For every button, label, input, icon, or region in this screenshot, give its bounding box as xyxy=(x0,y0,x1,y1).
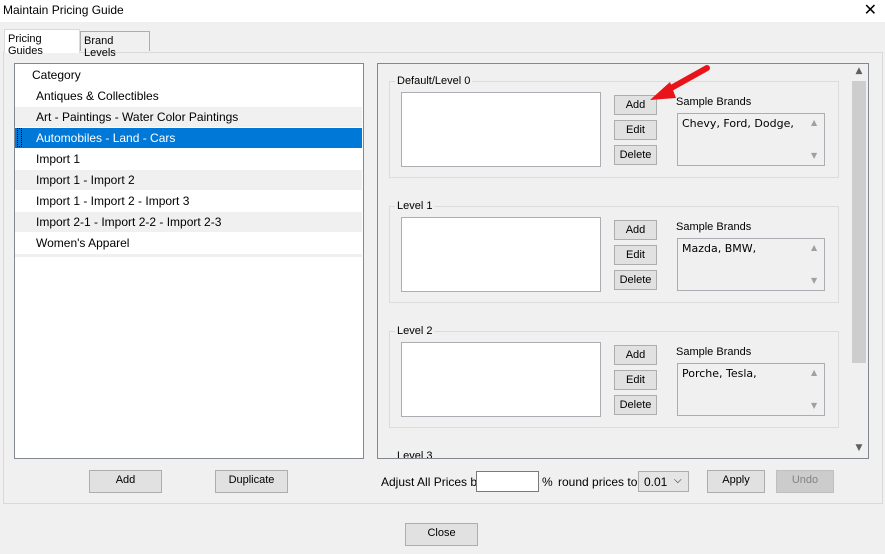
level-delete-button[interactable]: Delete xyxy=(614,145,657,165)
list-item[interactable]: Import 1 - Import 2 xyxy=(15,170,362,190)
level-label: Default/Level 0 xyxy=(395,75,473,87)
list-item[interactable]: Import 2-1 - Import 2-2 - Import 2-3 xyxy=(15,212,362,232)
level-brands-list[interactable] xyxy=(401,217,601,292)
red-arrow-pointer-icon xyxy=(650,65,710,100)
level-brands-list[interactable] xyxy=(401,92,601,167)
round-prices-value: 0.01 xyxy=(644,475,668,489)
category-column-header[interactable]: Category xyxy=(32,68,81,82)
sample-brands-label: Sample Brands xyxy=(676,221,752,233)
adjust-prices-label: Adjust All Prices by xyxy=(381,475,484,489)
level-group-3-clip: Level 3 xyxy=(378,445,848,458)
list-item[interactable]: Antiques & Collectibles xyxy=(15,86,362,106)
chevron-down-icon[interactable]: ▼ xyxy=(811,151,817,160)
round-prices-select[interactable]: 0.01 ⌵ xyxy=(638,471,689,492)
undo-button[interactable]: Undo xyxy=(776,470,834,493)
tab-pricing-guides[interactable]: Pricing Guides xyxy=(4,29,80,57)
level-edit-button[interactable]: Edit xyxy=(614,245,657,265)
tab-brand-levels[interactable]: Brand Levels xyxy=(80,31,150,59)
list-item[interactable]: Import 1 xyxy=(15,149,362,169)
level-edit-button[interactable]: Edit xyxy=(614,370,657,390)
duplicate-button[interactable]: Duplicate xyxy=(215,470,288,493)
level-brands-list[interactable] xyxy=(401,342,601,417)
sample-brands-text[interactable]: Porche, Tesla, xyxy=(677,363,825,416)
level-add-button[interactable]: Add xyxy=(614,220,657,240)
chevron-down-icon[interactable]: ▼ xyxy=(811,401,817,410)
chevron-down-icon: ⌵ xyxy=(674,475,682,486)
apply-button[interactable]: Apply xyxy=(707,470,765,493)
chevron-up-icon[interactable]: ▲ xyxy=(811,243,817,252)
level-edit-button[interactable]: Edit xyxy=(614,120,657,140)
list-item-selected[interactable]: Automobiles - Land - Cars xyxy=(15,128,362,148)
close-icon[interactable]: ✕ xyxy=(864,1,877,19)
level-label: Level 2 xyxy=(395,325,435,337)
scrollbar-thumb[interactable] xyxy=(852,81,866,363)
level-label: Level 3 xyxy=(395,450,435,458)
adjust-percent-input[interactable] xyxy=(476,471,539,492)
chevron-down-icon[interactable]: ▼ xyxy=(811,276,817,285)
chevron-up-icon[interactable]: ▲ xyxy=(850,66,868,76)
round-prices-label: round prices to xyxy=(558,475,638,489)
title-bar xyxy=(0,0,885,22)
sample-brands-text[interactable]: Mazda, BMW, xyxy=(677,238,825,291)
level-delete-button[interactable]: Delete xyxy=(614,270,657,290)
chevron-up-icon[interactable]: ▲ xyxy=(811,368,817,377)
percent-label: % xyxy=(542,475,553,489)
level-delete-button[interactable]: Delete xyxy=(614,395,657,415)
list-item[interactable]: Women's Apparel xyxy=(15,233,362,253)
chevron-down-icon[interactable]: ▼ xyxy=(850,443,868,453)
sample-brands-label: Sample Brands xyxy=(676,346,752,358)
list-item[interactable]: Import 1 - Import 2 - Import 3 xyxy=(15,191,362,211)
chevron-up-icon[interactable]: ▲ xyxy=(811,118,817,127)
sample-brands-text[interactable]: Chevy, Ford, Dodge, xyxy=(677,113,825,166)
add-category-button[interactable]: Add xyxy=(89,470,162,493)
list-item[interactable]: Art - Paintings - Water Color Paintings xyxy=(15,107,362,127)
focus-indicator xyxy=(17,128,22,147)
level-label: Level 1 xyxy=(395,200,435,212)
level-add-button[interactable]: Add xyxy=(614,345,657,365)
window-title: Maintain Pricing Guide xyxy=(3,3,124,17)
close-button[interactable]: Close xyxy=(405,523,478,546)
